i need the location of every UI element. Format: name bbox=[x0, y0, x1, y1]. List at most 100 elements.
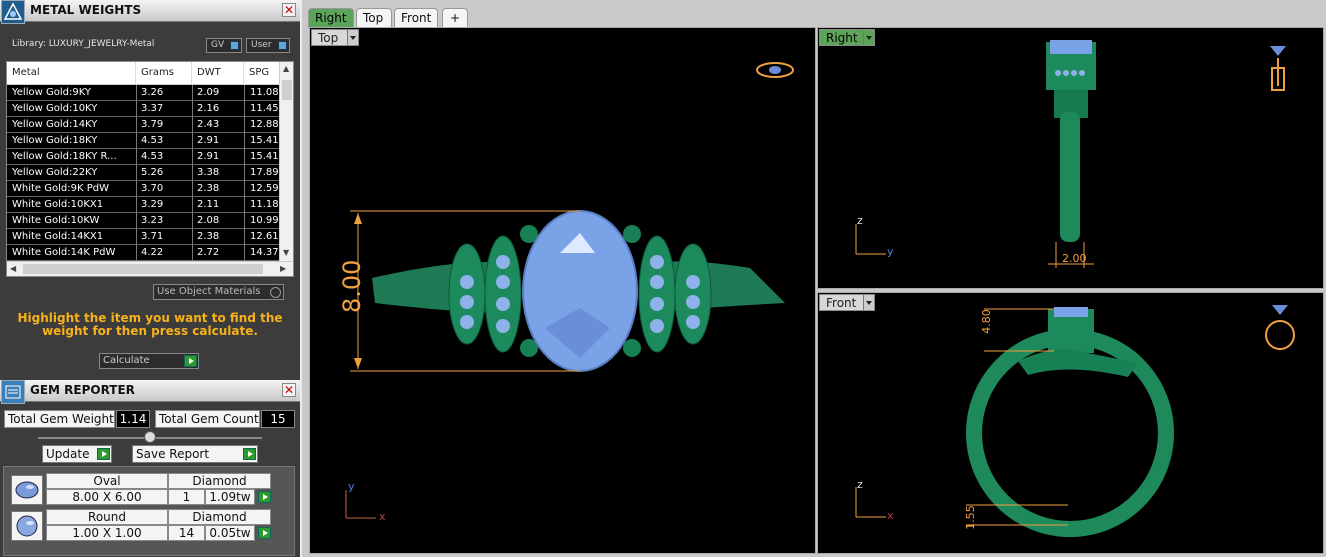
table-row[interactable]: Yellow Gold:9KY 3.26 2.09 11.08 bbox=[7, 85, 281, 101]
viewport-top[interactable]: Top 8.00 y x bbox=[309, 27, 816, 554]
cell-dwt: 3.38 bbox=[197, 167, 220, 178]
round-gem-icon bbox=[11, 511, 43, 541]
list-item[interactable]: Oval Diamond 8.00 X 6.00 1 1.09tw bbox=[9, 473, 271, 507]
axis-x-label: x bbox=[887, 509, 894, 522]
column-divider bbox=[192, 85, 193, 261]
gem-slider-handle[interactable] bbox=[144, 431, 156, 443]
table-row[interactable]: Yellow Gold:18KY 4.53 2.91 15.41 bbox=[7, 133, 281, 149]
cell-metal: Yellow Gold:10KY bbox=[12, 103, 98, 114]
update-play-icon[interactable] bbox=[97, 448, 110, 460]
tab-right[interactable]: Right bbox=[308, 8, 354, 28]
cell-metal: Yellow Gold:9KY bbox=[12, 87, 91, 98]
viewport-area: Right Top Front + Top 8.00 y x Right 2.0… bbox=[300, 0, 1326, 557]
gv-toggle-button[interactable] bbox=[230, 41, 239, 50]
tab-top[interactable]: Top bbox=[356, 8, 392, 28]
cell-grams: 3.70 bbox=[141, 183, 164, 194]
calculate-label: Calculate bbox=[103, 355, 150, 366]
table-row[interactable]: Yellow Gold:10KY 3.37 2.16 11.45 bbox=[7, 101, 281, 117]
gem-reporter-title: GEM REPORTER bbox=[30, 383, 135, 397]
horizontal-scroll-thumb[interactable] bbox=[23, 264, 263, 274]
viewport-front[interactable]: Front 4.80 1.55 z x bbox=[817, 292, 1324, 554]
table-row[interactable]: White Gold:10KW 3.23 2.08 10.99 bbox=[7, 213, 281, 229]
cell-grams: 3.26 bbox=[141, 87, 164, 98]
horizontal-scrollbar[interactable]: ◀ ▶ bbox=[7, 261, 293, 276]
vertical-scrollbar[interactable]: ▲ ▼ bbox=[279, 62, 293, 261]
gem-play-icon[interactable] bbox=[258, 527, 271, 539]
cell-dwt: 2.38 bbox=[197, 231, 220, 242]
cell-spg: 15.41 bbox=[250, 135, 279, 146]
table-row[interactable]: Yellow Gold:22KY 5.26 3.38 17.89 bbox=[7, 165, 281, 181]
table-row[interactable]: White Gold:9K PdW 3.70 2.38 12.59 bbox=[7, 181, 281, 197]
metal-weights-close-button[interactable]: ✕ bbox=[282, 3, 296, 17]
table-row[interactable]: Yellow Gold:18KY R... 4.53 2.91 15.41 bbox=[7, 149, 281, 165]
gem-reporter-close-button[interactable]: ✕ bbox=[282, 383, 296, 397]
axis-z-label: z bbox=[857, 478, 863, 491]
tab-front[interactable]: Front bbox=[394, 8, 438, 28]
use-object-materials-radio[interactable] bbox=[270, 287, 281, 298]
scroll-left-icon[interactable]: ◀ bbox=[10, 264, 16, 273]
use-object-materials-label: Use Object Materials bbox=[157, 286, 261, 297]
cell-spg: 11.45 bbox=[250, 103, 279, 114]
dimension-label-bottom: 1.55 bbox=[963, 505, 977, 530]
gem-play-icon[interactable] bbox=[258, 491, 271, 503]
user-toggle[interactable]: User bbox=[246, 38, 290, 53]
scroll-right-icon[interactable]: ▶ bbox=[280, 264, 286, 273]
gv-toggle[interactable]: GV bbox=[206, 38, 242, 53]
vertical-scroll-thumb[interactable] bbox=[282, 80, 292, 100]
viewport-right[interactable]: Right 2.00 z y bbox=[817, 27, 1324, 289]
save-report-button[interactable]: Save Report bbox=[132, 445, 258, 463]
table-row[interactable]: Yellow Gold:14KY 3.79 2.43 12.88 bbox=[7, 117, 281, 133]
cell-metal: Yellow Gold:22KY bbox=[12, 167, 98, 178]
cell-metal: Yellow Gold:18KY R... bbox=[12, 151, 117, 162]
gem-count: 1 bbox=[168, 489, 205, 505]
save-report-play-icon[interactable] bbox=[243, 448, 256, 460]
table-row[interactable]: White Gold:14KX1 3.71 2.38 12.61 bbox=[7, 229, 281, 245]
cell-dwt: 2.38 bbox=[197, 183, 220, 194]
column-grams[interactable]: Grams bbox=[136, 62, 192, 85]
user-toggle-label: User bbox=[251, 40, 272, 50]
calculate-play-icon[interactable] bbox=[184, 355, 197, 367]
cell-grams: 4.53 bbox=[141, 151, 164, 162]
total-gem-count-value: 15 bbox=[261, 410, 295, 428]
dimension-label: 2.00 bbox=[1062, 252, 1087, 265]
cell-spg: 12.61 bbox=[250, 231, 279, 242]
cell-spg: 10.99 bbox=[250, 215, 279, 226]
oval-gem-icon bbox=[11, 475, 43, 505]
calculate-button[interactable]: Calculate bbox=[99, 353, 199, 369]
add-tab-button[interactable]: + bbox=[442, 8, 468, 28]
metal-weights-header: METAL WEIGHTS ✕ bbox=[0, 0, 300, 24]
gem-reporter-header: GEM REPORTER ✕ bbox=[0, 380, 300, 404]
column-dwt[interactable]: DWT bbox=[192, 62, 244, 85]
scroll-down-icon[interactable]: ▼ bbox=[283, 248, 289, 257]
axis-z-label: z bbox=[857, 214, 863, 227]
metal-weights-icon bbox=[1, 0, 25, 24]
gem-shape: Round bbox=[46, 509, 168, 525]
gem-material: Diamond bbox=[168, 473, 271, 489]
table-row[interactable]: White Gold:14K PdW 4.22 2.72 14.37 bbox=[7, 245, 281, 261]
cell-metal: White Gold:9K PdW bbox=[12, 183, 109, 194]
update-button[interactable]: Update bbox=[42, 445, 112, 463]
cell-metal: White Gold:10KW bbox=[12, 215, 100, 226]
gem-row-action[interactable] bbox=[255, 525, 271, 541]
column-divider bbox=[244, 85, 245, 261]
scroll-up-icon[interactable]: ▲ bbox=[283, 64, 289, 73]
table-row[interactable]: White Gold:10KX1 3.29 2.11 11.18 bbox=[7, 197, 281, 213]
cell-grams: 4.22 bbox=[141, 247, 164, 258]
metal-table[interactable]: Metal Grams DWT SPG Yellow Gold:9KY 3.26 2… bbox=[6, 61, 294, 277]
gem-row-action[interactable] bbox=[255, 489, 271, 505]
gem-size: 8.00 X 6.00 bbox=[46, 489, 168, 505]
user-toggle-button[interactable] bbox=[278, 41, 287, 50]
column-spg[interactable]: SPG bbox=[244, 62, 281, 85]
cell-dwt: 2.11 bbox=[197, 199, 220, 210]
cell-spg: 17.89 bbox=[250, 167, 279, 178]
cell-grams: 3.29 bbox=[141, 199, 164, 210]
cell-spg: 12.88 bbox=[250, 119, 279, 130]
list-item[interactable]: Round Diamond 1.00 X 1.00 14 0.05tw bbox=[9, 509, 271, 543]
update-label: Update bbox=[46, 447, 90, 461]
save-report-label: Save Report bbox=[136, 447, 210, 461]
use-object-materials-option[interactable]: Use Object Materials bbox=[153, 284, 284, 300]
cell-spg: 11.08 bbox=[250, 87, 279, 98]
metal-table-body: Yellow Gold:9KY 3.26 2.09 11.08 Yellow Gold… bbox=[7, 85, 281, 261]
total-gem-weight-value: 1.14 bbox=[116, 410, 150, 428]
column-metal[interactable]: Metal bbox=[7, 62, 136, 85]
